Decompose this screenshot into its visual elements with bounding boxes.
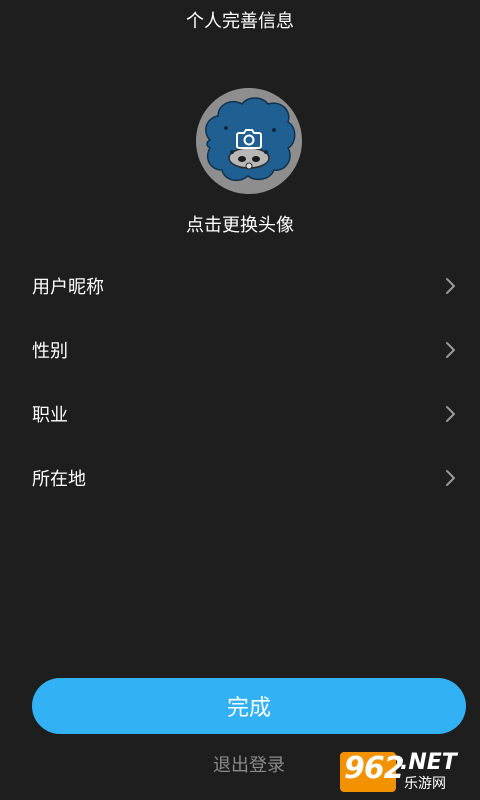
- profile-completion-screen: 个人完善信息 点击更换头像 用户昵称 性别 职业 所在地 完成 退出登录 962…: [0, 0, 480, 800]
- profile-settings-list: 用户昵称 性别 职业 所在地: [0, 254, 480, 510]
- done-button[interactable]: 完成: [32, 678, 466, 734]
- row-label-nickname: 用户昵称: [32, 277, 104, 298]
- row-gender[interactable]: 性别: [0, 318, 480, 382]
- row-location[interactable]: 所在地: [0, 446, 480, 510]
- row-label-occupation: 职业: [32, 405, 68, 426]
- row-label-gender: 性别: [32, 341, 68, 362]
- row-label-location: 所在地: [32, 469, 86, 490]
- row-occupation[interactable]: 职业: [0, 382, 480, 446]
- change-avatar-link[interactable]: 点击更换头像: [0, 212, 480, 240]
- watermark-logo: 962 .NET 乐游网: [340, 750, 474, 796]
- watermark-net: .NET: [400, 750, 457, 775]
- row-nickname[interactable]: 用户昵称: [0, 254, 480, 318]
- avatar[interactable]: [196, 88, 302, 194]
- camera-icon: [236, 129, 262, 149]
- page-title: 个人完善信息: [186, 11, 294, 32]
- chevron-right-icon: [446, 278, 455, 294]
- chevron-right-icon: [446, 470, 455, 486]
- chevron-right-icon: [446, 406, 455, 422]
- watermark-site: 乐游网: [404, 776, 446, 792]
- chevron-right-icon: [446, 342, 455, 358]
- watermark-number: 962: [344, 751, 405, 786]
